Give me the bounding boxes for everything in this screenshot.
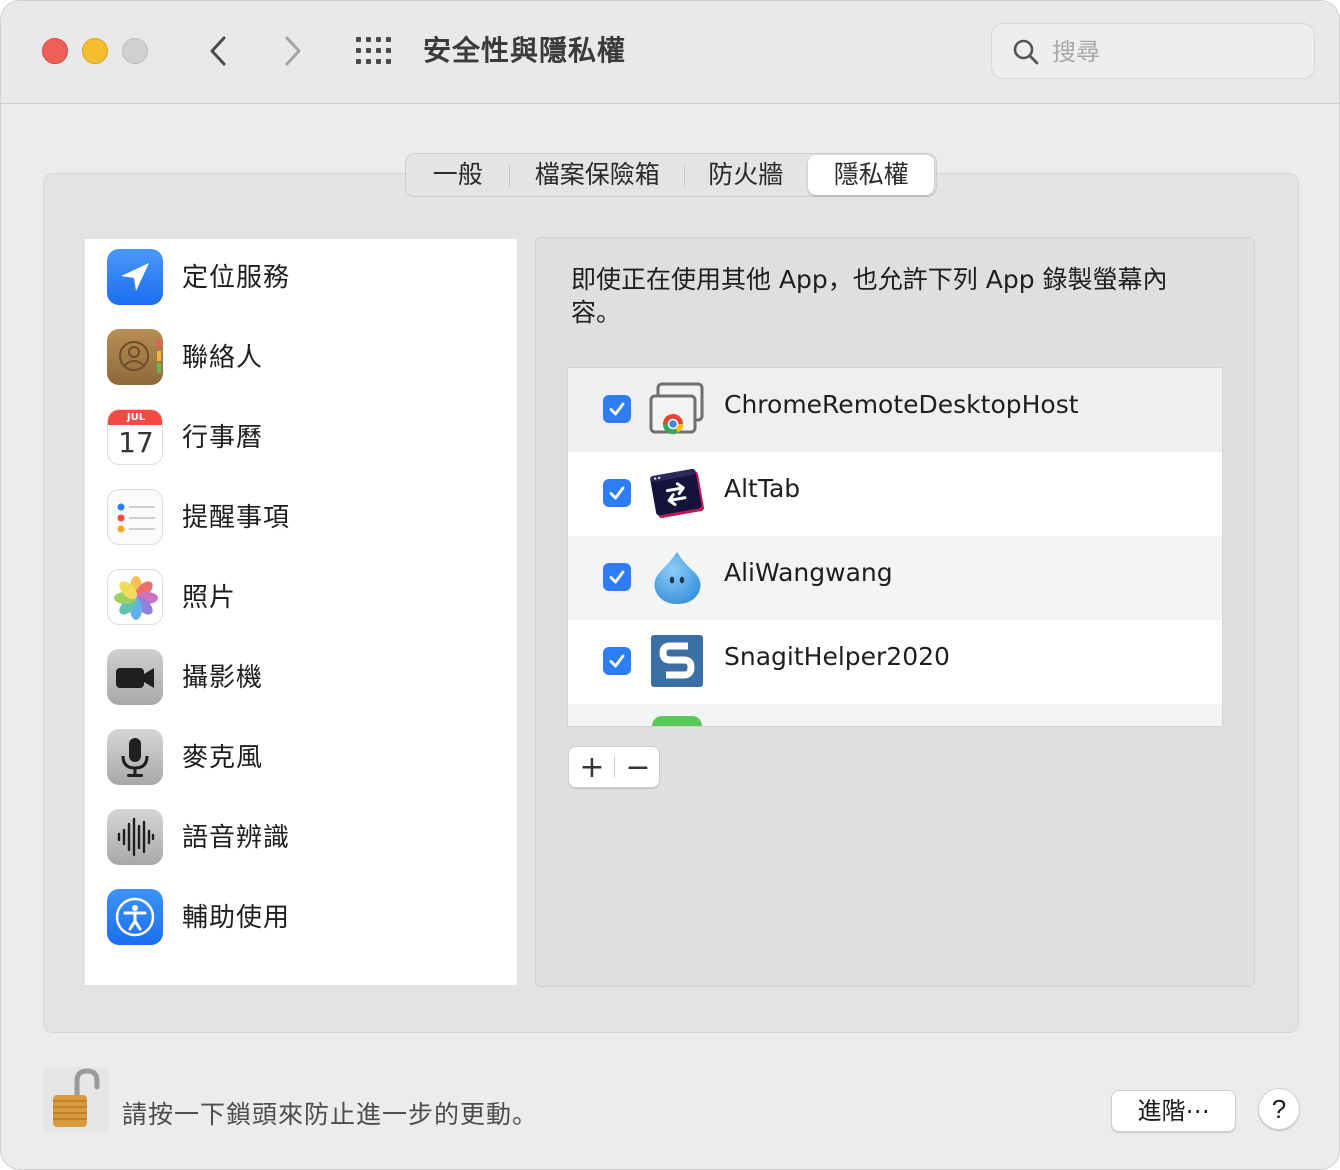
minimize-button[interactable] bbox=[82, 38, 108, 64]
sidebar-item-contacts[interactable]: 聯絡人 bbox=[85, 319, 517, 399]
sidebar-item-label: 定位服務 bbox=[182, 263, 291, 293]
app-checkbox[interactable] bbox=[603, 479, 631, 507]
list-item[interactable]: ChromeRemoteDesktopHost bbox=[568, 368, 1222, 452]
screen-recording-app-list[interactable]: ChromeRemoteDesktopHost AltTab AliWangwa… bbox=[567, 367, 1223, 727]
sidebar-item-calendar[interactable]: JUL 17 行事曆 bbox=[85, 399, 517, 479]
sidebar-item-reminders[interactable]: 提醒事項 bbox=[85, 479, 517, 559]
lock-button[interactable] bbox=[43, 1067, 109, 1133]
tab-filevault[interactable]: 檔案保險箱 bbox=[510, 155, 686, 195]
checkmark-icon bbox=[609, 654, 625, 668]
contacts-icon bbox=[107, 329, 163, 385]
reminders-icon bbox=[107, 489, 163, 545]
search-icon bbox=[1013, 39, 1039, 65]
sidebar-item-speech-recognition[interactable]: 語音辨識 bbox=[85, 799, 517, 879]
chrome-remote-desktop-icon bbox=[649, 382, 704, 435]
sidebar-item-label: 提醒事項 bbox=[182, 503, 291, 533]
camera-icon bbox=[107, 649, 163, 705]
checkmark-icon bbox=[609, 570, 625, 584]
sidebar-item-label: 行事曆 bbox=[182, 423, 264, 453]
search-field[interactable] bbox=[991, 23, 1315, 79]
zoom-button[interactable] bbox=[122, 38, 148, 64]
sidebar-item-label: 麥克風 bbox=[182, 743, 264, 773]
checkmark-icon bbox=[609, 486, 625, 500]
window-title: 安全性與隱私權 bbox=[423, 34, 627, 67]
search-input[interactable] bbox=[1052, 32, 1302, 72]
help-button[interactable]: ? bbox=[1258, 1088, 1300, 1130]
sidebar-item-microphone[interactable]: 麥克風 bbox=[85, 719, 517, 799]
accessibility-icon bbox=[107, 889, 163, 945]
title-bar: 安全性與隱私權 bbox=[1, 1, 1339, 104]
tab-bar: 一般 檔案保險箱 防火牆 隱私權 bbox=[405, 153, 937, 197]
aliwangwang-icon bbox=[654, 552, 701, 604]
privacy-category-list[interactable]: 定位服務 聯絡人 JUL 17 行事曆 提醒事項 照片 攝影機 麥克風 語音辨識… bbox=[85, 239, 517, 985]
sidebar-item-label: 輔助使用 bbox=[182, 903, 291, 933]
snagit-icon bbox=[651, 635, 703, 687]
calendar-icon: JUL 17 bbox=[107, 409, 163, 465]
list-item[interactable] bbox=[568, 704, 1222, 726]
sidebar-item-label: 攝影機 bbox=[182, 663, 264, 693]
tab-privacy[interactable]: 隱私權 bbox=[808, 155, 934, 195]
forward-button[interactable] bbox=[273, 29, 313, 73]
checkmark-icon bbox=[609, 402, 625, 416]
show-all-grid-button[interactable] bbox=[354, 35, 394, 67]
alttab-icon bbox=[650, 468, 704, 519]
chevron-left-icon bbox=[210, 36, 226, 66]
list-item[interactable]: SnagitHelper2020 bbox=[568, 620, 1222, 704]
sidebar-item-label: 照片 bbox=[182, 583, 237, 613]
sidebar-item-camera[interactable]: 攝影機 bbox=[85, 639, 517, 719]
partial-app-icon bbox=[652, 716, 702, 726]
sidebar-item-location[interactable]: 定位服務 bbox=[85, 239, 517, 319]
app-name: SnagitHelper2020 bbox=[724, 642, 950, 671]
microphone-icon bbox=[107, 729, 163, 785]
speech-recognition-icon bbox=[107, 809, 163, 865]
app-checkbox[interactable] bbox=[603, 563, 631, 591]
lock-hint-text: 請按一下鎖頭來防止進一步的更動。 bbox=[122, 1100, 539, 1129]
remove-app-button[interactable]: − bbox=[615, 747, 661, 787]
tab-firewall[interactable]: 防火牆 bbox=[685, 155, 807, 195]
chevron-right-icon bbox=[285, 36, 301, 66]
tab-general[interactable]: 一般 bbox=[406, 155, 510, 195]
advanced-button[interactable]: 進階⋯ bbox=[1111, 1090, 1236, 1132]
app-name: AltTab bbox=[724, 474, 801, 503]
list-item[interactable]: AltTab bbox=[568, 452, 1222, 536]
app-name: AliWangwang bbox=[724, 558, 893, 587]
back-button[interactable] bbox=[198, 29, 238, 73]
close-button[interactable] bbox=[42, 38, 68, 64]
list-item[interactable]: AliWangwang bbox=[568, 536, 1222, 620]
location-arrow-icon bbox=[107, 249, 163, 305]
app-checkbox[interactable] bbox=[603, 395, 631, 423]
add-app-button[interactable]: + bbox=[569, 747, 615, 787]
screen-recording-description: 即使正在使用其他 App，也允許下列 App 錄製螢幕內容。 bbox=[571, 265, 1168, 327]
add-remove-control: + − bbox=[568, 746, 660, 788]
sidebar-item-label: 語音辨識 bbox=[182, 823, 291, 853]
system-preferences-window: 安全性與隱私權 一般 檔案保險箱 防火牆 隱私權 定位服務 bbox=[0, 0, 1340, 1170]
app-checkbox[interactable] bbox=[603, 647, 631, 675]
sidebar-item-label: 聯絡人 bbox=[182, 343, 264, 373]
app-name: ChromeRemoteDesktopHost bbox=[724, 390, 1079, 419]
padlock-open-icon bbox=[53, 1068, 100, 1127]
photos-icon bbox=[107, 569, 163, 625]
sidebar-item-accessibility[interactable]: 輔助使用 bbox=[85, 879, 517, 959]
sidebar-item-photos[interactable]: 照片 bbox=[85, 559, 517, 639]
